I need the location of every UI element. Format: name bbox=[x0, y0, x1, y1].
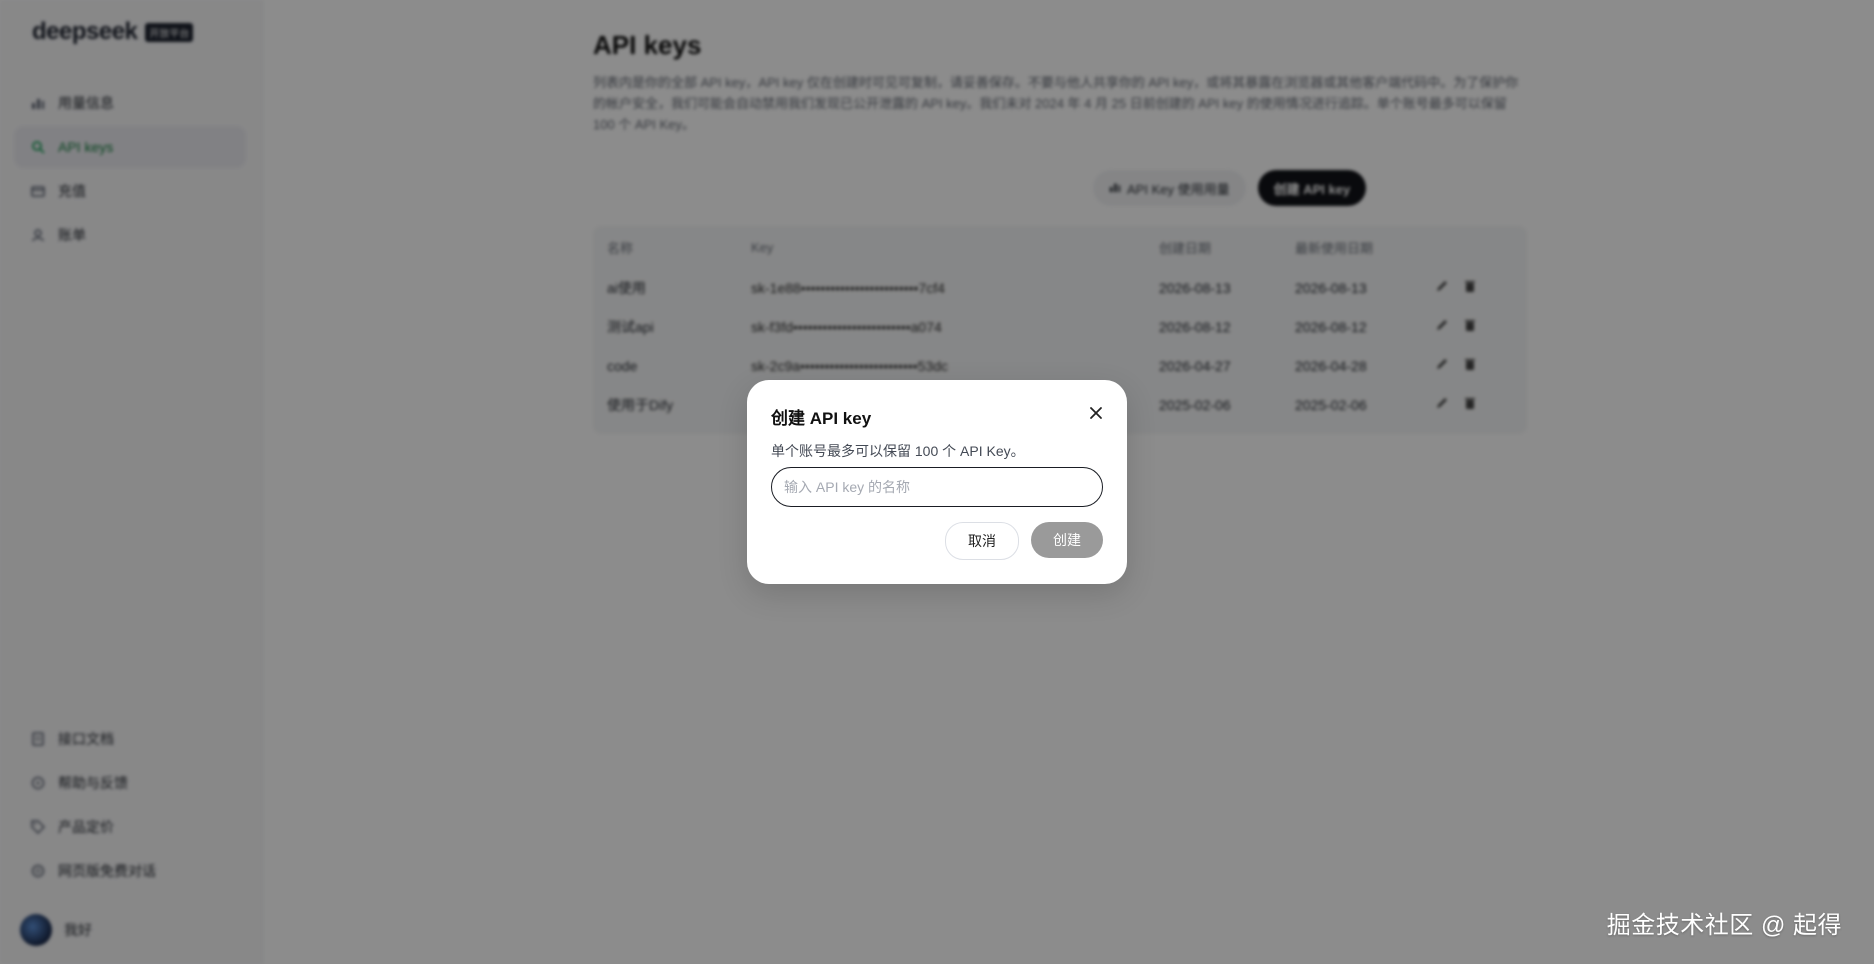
app-root: deepseek 开放平台 用量信息 API keys 充值 账单 接口文档 帮… bbox=[0, 0, 1874, 964]
dialog-title: 创建 API key bbox=[771, 409, 872, 428]
create-button[interactable]: 创建 bbox=[1031, 522, 1103, 558]
cancel-button[interactable]: 取消 bbox=[945, 522, 1019, 560]
close-icon[interactable] bbox=[1085, 402, 1107, 424]
dialog-actions: 取消 创建 bbox=[945, 522, 1103, 560]
create-api-key-dialog: 创建 API key 单个账号最多可以保留 100 个 API Key。 取消 … bbox=[747, 380, 1127, 584]
watermark: 掘金技术社区 @ 起得 bbox=[1606, 912, 1842, 939]
dialog-description: 单个账号最多可以保留 100 个 API Key。 bbox=[771, 443, 1025, 459]
api-key-name-input[interactable] bbox=[771, 467, 1103, 507]
